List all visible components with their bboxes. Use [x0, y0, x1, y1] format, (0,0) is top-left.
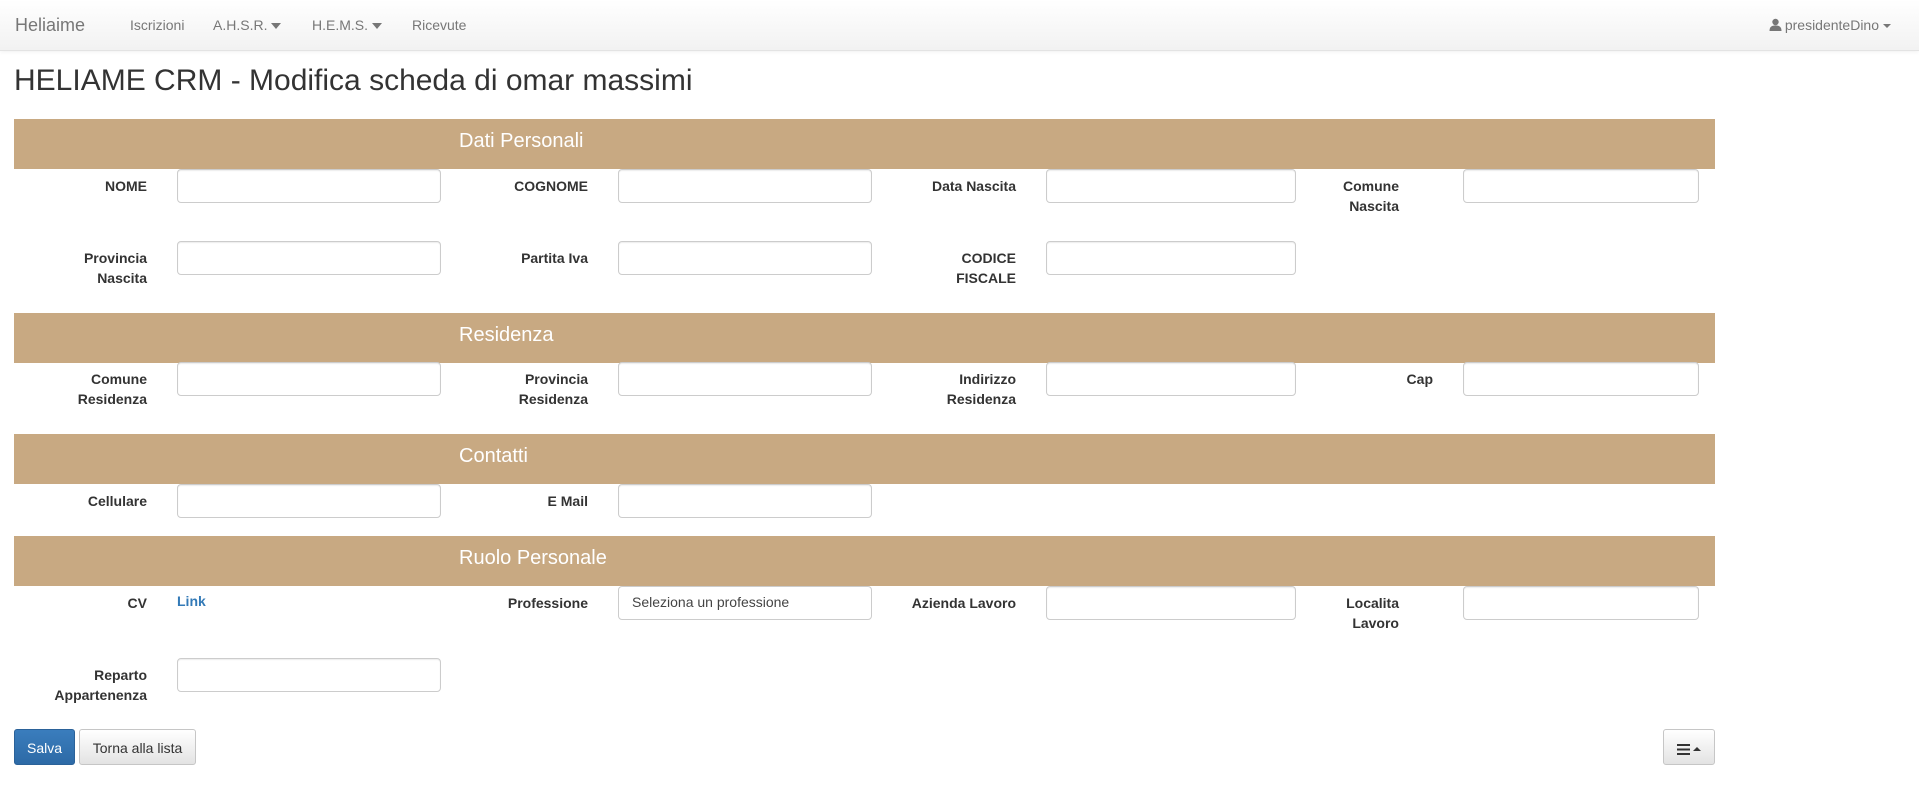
- label-cv: CV: [127, 595, 147, 611]
- nav-item-label: A.H.S.R.: [213, 17, 268, 33]
- partita-iva-input[interactable]: [618, 241, 872, 275]
- caret-down-icon: [372, 23, 383, 30]
- label-comune-nascita: Comune Nascita: [1343, 178, 1399, 214]
- label-comune-residenza: Comune Residenza: [77, 371, 147, 407]
- label-professione: Professione: [507, 595, 588, 611]
- cap-input[interactable]: [1463, 362, 1699, 396]
- label-provincia-residenza: Provincia Residenza: [518, 371, 588, 407]
- user-menu[interactable]: presidenteDino: [1769, 17, 1891, 33]
- back-to-list-button[interactable]: Torna alla lista: [79, 729, 196, 765]
- provincia-residenza-input[interactable]: [618, 362, 872, 396]
- cognome-input[interactable]: [618, 169, 872, 203]
- nome-input[interactable]: [177, 169, 441, 203]
- options-menu-button[interactable]: [1663, 729, 1715, 765]
- comune-residenza-input[interactable]: [177, 362, 441, 396]
- brand-link[interactable]: Heliaime: [15, 15, 85, 36]
- page-title: HELIAME CRM - Modifica scheda di omar ma…: [14, 64, 693, 97]
- label-email: E Mail: [547, 493, 588, 509]
- label-indirizzo-residenza: Indirizzo Residenza: [946, 371, 1016, 407]
- navbar: Heliaime Iscrizioni A.H.S.R. H.E.M.S. Ri…: [0, 0, 1919, 51]
- data-nascita-input[interactable]: [1046, 169, 1296, 203]
- section-header-ruolo-personale: Ruolo Personale: [14, 536, 1715, 586]
- cv-link[interactable]: Link: [177, 593, 206, 609]
- label-data-nascita: Data Nascita: [931, 178, 1016, 194]
- nav-item-ahsr[interactable]: A.H.S.R.: [213, 17, 282, 33]
- professione-select[interactable]: Seleziona un professione: [618, 586, 872, 620]
- section-header-residenza: Residenza: [14, 313, 1715, 363]
- label-cellulare: Cellulare: [87, 493, 147, 509]
- section-title: Ruolo Personale: [459, 547, 607, 569]
- section-title: Residenza: [459, 324, 554, 346]
- label-cognome: COGNOME: [514, 178, 588, 194]
- save-button[interactable]: Salva: [14, 729, 75, 765]
- localita-lavoro-input[interactable]: [1463, 586, 1699, 620]
- caret-up-icon: [1693, 747, 1701, 752]
- label-localita-lavoro: Localita Lavoro: [1346, 595, 1399, 631]
- label-azienda-lavoro: Azienda Lavoro: [911, 595, 1016, 611]
- provincia-nascita-input[interactable]: [177, 241, 441, 275]
- label-partita-iva: Partita Iva: [521, 250, 588, 266]
- cellulare-input[interactable]: [177, 484, 441, 518]
- codice-fiscale-input[interactable]: [1046, 241, 1296, 275]
- nav-item-label: Iscrizioni: [130, 17, 185, 33]
- section-header-dati-personali: Dati Personali: [14, 119, 1715, 169]
- email-input[interactable]: [618, 484, 872, 518]
- caret-down-icon: [271, 23, 282, 30]
- user-name: presidenteDino: [1784, 17, 1879, 33]
- nav-item-label: Ricevute: [412, 17, 467, 33]
- azienda-lavoro-input[interactable]: [1046, 586, 1296, 620]
- comune-nascita-input[interactable]: [1463, 169, 1699, 203]
- label-nome: NOME: [105, 178, 147, 194]
- label-reparto-appartenenza: Reparto Appartenenza: [54, 667, 147, 703]
- label-cap: Cap: [1406, 371, 1433, 387]
- section-title: Dati Personali: [459, 130, 584, 152]
- nav-item-iscrizioni[interactable]: Iscrizioni: [130, 17, 184, 33]
- label-codice-fiscale: CODICE FISCALE: [956, 250, 1016, 286]
- bars-icon: [1677, 743, 1690, 755]
- nav-item-hems[interactable]: H.E.M.S.: [312, 17, 383, 33]
- label-provincia-nascita: Provincia Nascita: [83, 250, 147, 286]
- reparto-appartenenza-input[interactable]: [177, 658, 441, 692]
- user-icon: [1769, 18, 1782, 31]
- professione-selected: Seleziona un professione: [632, 594, 790, 610]
- section-title: Contatti: [459, 445, 528, 467]
- nav-item-label: H.E.M.S.: [312, 17, 369, 33]
- nav-item-ricevute[interactable]: Ricevute: [412, 17, 466, 33]
- section-header-contatti: Contatti: [14, 434, 1715, 484]
- caret-down-icon: [1883, 24, 1891, 29]
- indirizzo-residenza-input[interactable]: [1046, 362, 1296, 396]
